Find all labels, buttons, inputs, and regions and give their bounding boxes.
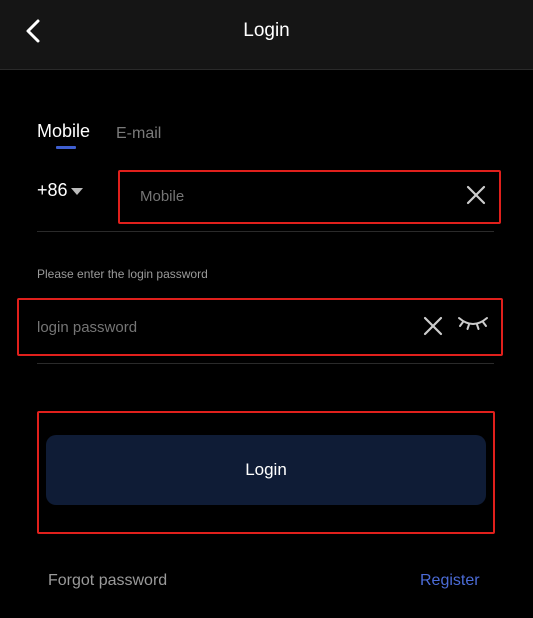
country-code-selector[interactable]: +86 [37, 180, 83, 201]
password-field-container [17, 298, 503, 356]
header-bar: Login [0, 0, 533, 70]
page-title: Login [243, 20, 290, 41]
clear-password-button[interactable] [420, 313, 446, 344]
active-tab-indicator [56, 146, 76, 149]
toggle-password-visibility-button[interactable] [456, 314, 490, 339]
clear-mobile-button[interactable] [463, 182, 489, 213]
eye-closed-icon [458, 317, 488, 330]
country-code-label: +86 [37, 180, 68, 200]
tab-mobile[interactable]: Mobile [37, 121, 90, 142]
password-input[interactable] [37, 316, 387, 338]
mobile-field-container [118, 170, 501, 224]
close-icon [466, 185, 486, 205]
divider [37, 363, 494, 364]
divider [37, 231, 494, 232]
tab-email[interactable]: E-mail [116, 125, 161, 143]
login-button-container: Login [37, 411, 495, 534]
password-hint: Please enter the login password [37, 267, 208, 281]
login-button[interactable]: Login [46, 435, 486, 505]
register-link[interactable]: Register [420, 572, 480, 590]
close-icon [423, 316, 443, 336]
mobile-input[interactable] [140, 185, 440, 207]
forgot-password-link[interactable]: Forgot password [48, 572, 167, 590]
caret-down-icon [70, 188, 83, 195]
